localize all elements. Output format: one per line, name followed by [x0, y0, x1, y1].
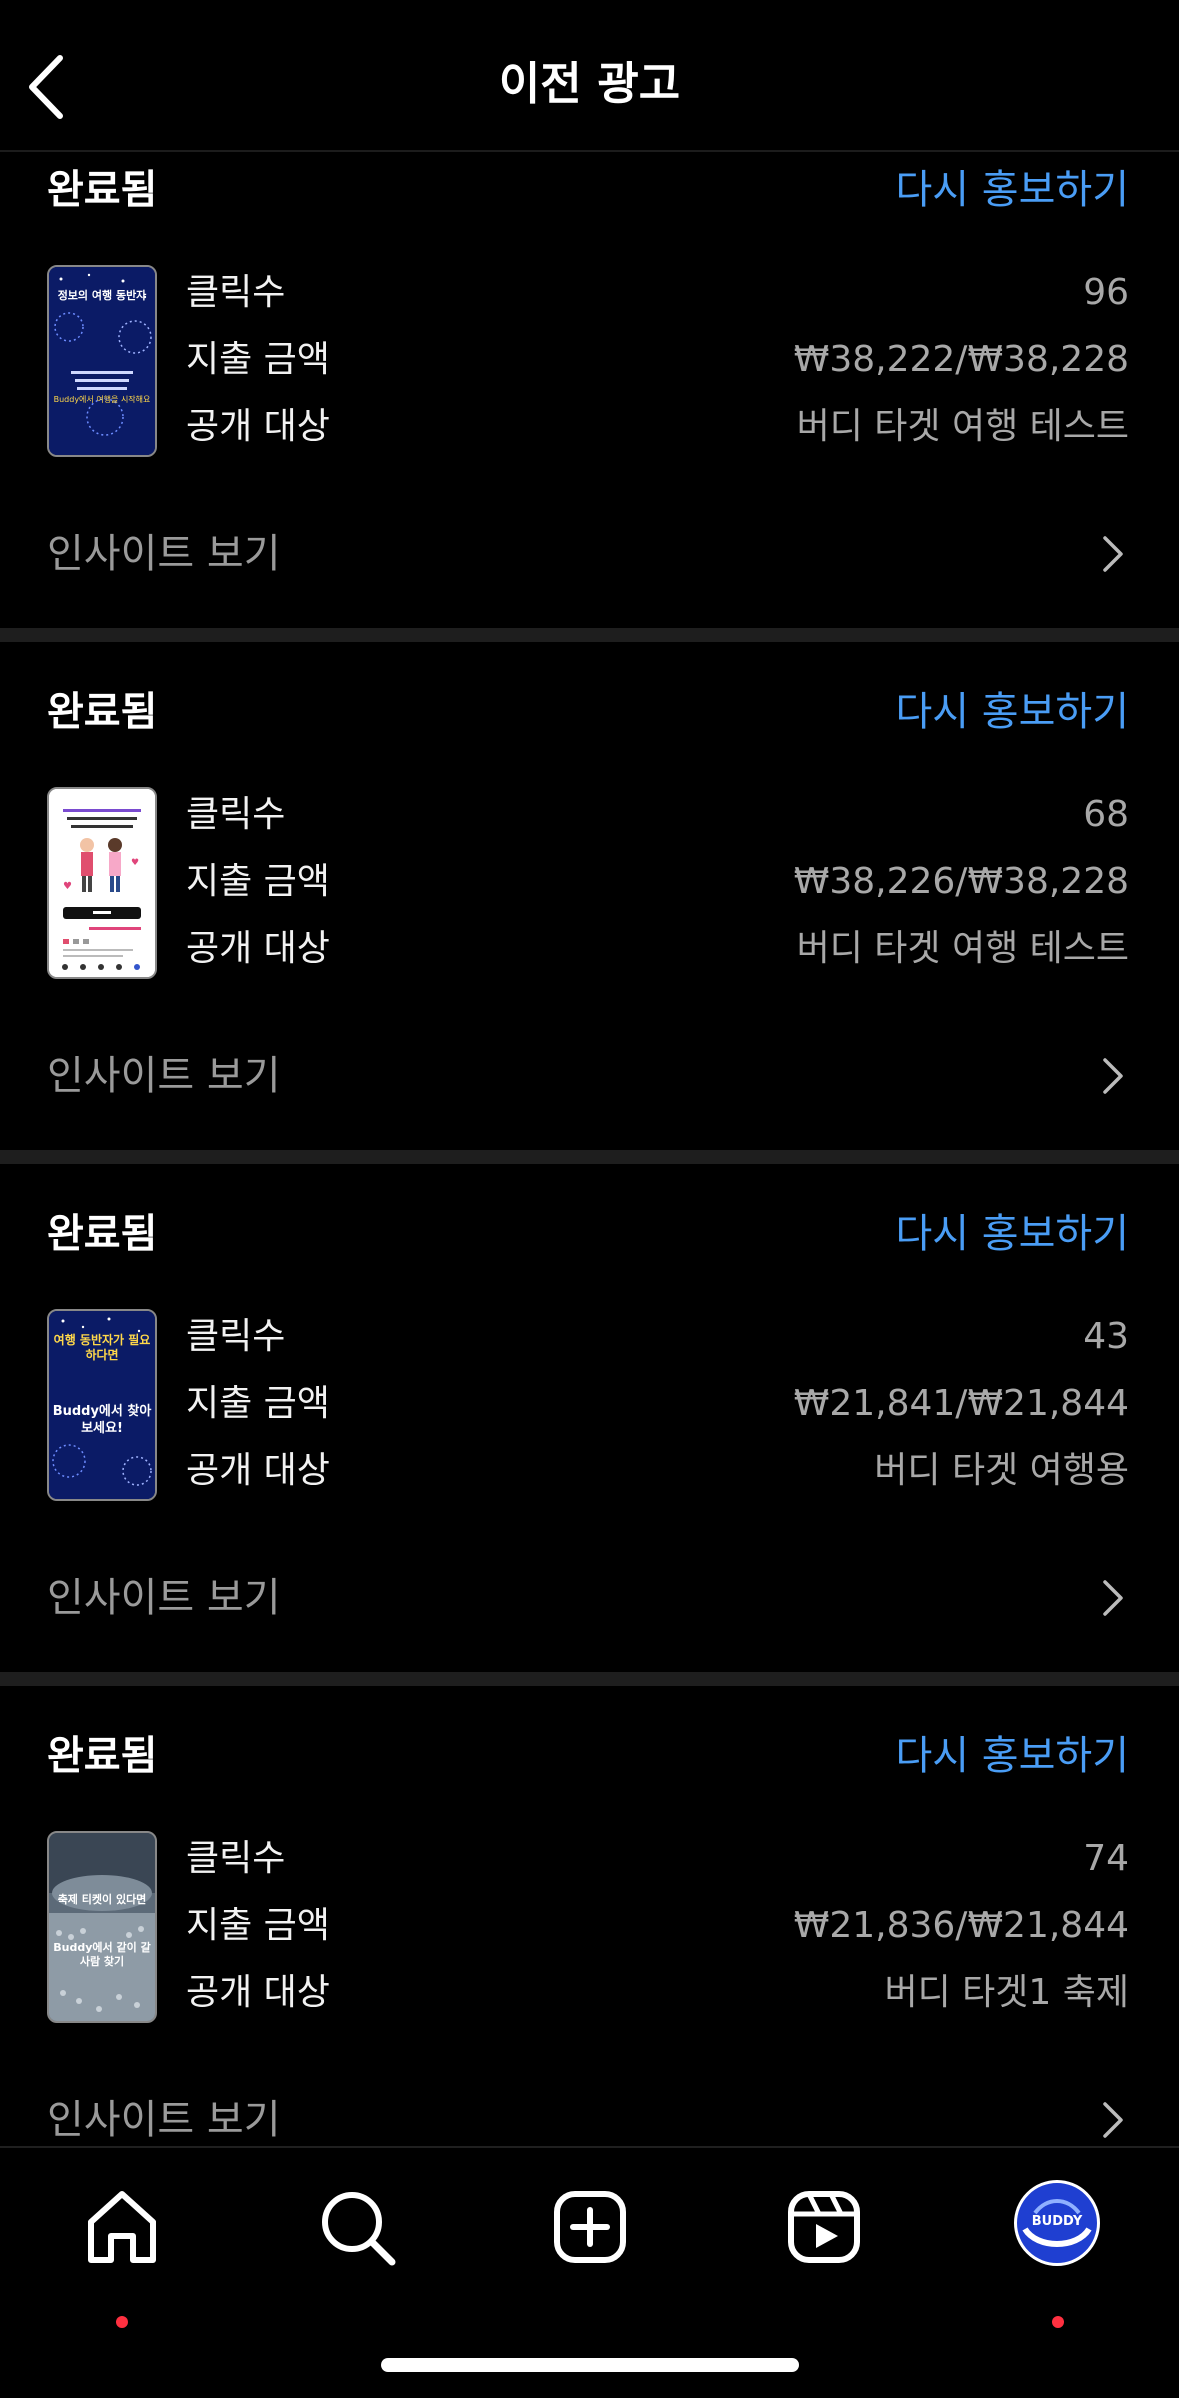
spend-value: ₩21,841/₩21,844 [793, 1383, 1129, 1424]
home-icon[interactable] [77, 2182, 167, 2272]
card-divider [0, 1150, 1179, 1164]
spend-value: ₩38,222/₩38,228 [793, 339, 1129, 380]
ad-thumbnail[interactable]: ♥ ♥ [47, 787, 157, 979]
clicks-label: 클릭수 [186, 1316, 286, 1357]
clicks-label: 클릭수 [186, 272, 286, 313]
status-label: 완료됨 [47, 167, 158, 213]
view-insights-row[interactable]: 인사이트 보기 [0, 1036, 1179, 1116]
status-label: 완료됨 [47, 1211, 158, 1257]
thumbnail-caption: Buddy에서 같이 갈 사람 찾기 [53, 1941, 151, 1968]
spend-label: 지출 금액 [186, 861, 330, 902]
ad-thumbnail-art [49, 1833, 155, 2021]
clicks-label: 클릭수 [186, 794, 286, 835]
clicks-value: 68 [1083, 794, 1129, 835]
svg-text:♥: ♥ [63, 881, 72, 892]
thumbnail-headline: 여행 동반자가 필요하다면 [53, 1333, 151, 1362]
avatar-text: BUDDY [1031, 2214, 1083, 2229]
home-indicator [381, 2358, 799, 2372]
ad-card: 완료됨 다시 홍보하기 ♥ ♥ 클릭수 68 지출 금액 ₩38,226/₩38… [0, 674, 1179, 1182]
repromote-button[interactable]: 다시 홍보하기 [895, 684, 1129, 740]
thumbnail-caption: Buddy에서 여행을 시작해요 [53, 395, 151, 404]
ad-thumbnail[interactable]: 축제 티켓이 있다면 Buddy에서 같이 갈 사람 찾기 [47, 1831, 157, 2023]
reels-icon[interactable] [779, 2182, 869, 2272]
view-insights-row[interactable]: 인사이트 보기 [0, 1558, 1179, 1638]
repromote-button[interactable]: 다시 홍보하기 [895, 1728, 1129, 1784]
audience-label: 공개 대상 [186, 1450, 330, 1491]
audience-label: 공개 대상 [186, 1972, 330, 2013]
spend-value: ₩21,836/₩21,844 [793, 1905, 1129, 1946]
thumbnail-headline: 축제 티켓이 있다면 [57, 1893, 147, 1906]
card-divider [0, 1672, 1179, 1686]
profile-avatar[interactable]: BUDDY [1014, 2180, 1100, 2266]
header: 이전 광고 [0, 0, 1179, 152]
ad-card: 완료됨 다시 홍보하기 여행 동반자가 필요하다면 Buddy에서 찾아보세요!… [0, 1196, 1179, 1704]
view-insights-label: 인사이트 보기 [47, 531, 281, 577]
clicks-label: 클릭수 [186, 1838, 286, 1879]
thumbnail-headline: 정보의 여행 동반자 [57, 289, 147, 302]
page-title: 이전 광고 [498, 57, 681, 110]
create-icon[interactable] [545, 2182, 635, 2272]
ad-thumbnail[interactable]: 여행 동반자가 필요하다면 Buddy에서 찾아보세요! [47, 1309, 157, 1501]
chevron-right-icon [1103, 536, 1123, 572]
status-label: 완료됨 [47, 1733, 158, 1779]
view-insights-row[interactable]: 인사이트 보기 [0, 514, 1179, 594]
audience-label: 공개 대상 [186, 406, 330, 447]
spend-label: 지출 금액 [186, 1905, 330, 1946]
clicks-value: 74 [1083, 1838, 1129, 1879]
repromote-button[interactable]: 다시 홍보하기 [895, 1206, 1129, 1262]
thumbnail-caption: Buddy에서 찾아보세요! [52, 1404, 152, 1436]
svg-text:♥: ♥ [131, 858, 139, 868]
ad-thumbnail[interactable]: 정보의 여행 동반자 Buddy에서 여행을 시작해요 [47, 265, 157, 457]
spend-value: ₩38,226/₩38,228 [793, 861, 1129, 902]
repromote-button[interactable]: 다시 홍보하기 [895, 162, 1129, 218]
audience-label: 공개 대상 [186, 928, 330, 969]
chevron-right-icon [1103, 1580, 1123, 1616]
clicks-value: 43 [1083, 1316, 1129, 1357]
spend-label: 지출 금액 [186, 339, 330, 380]
view-insights-label: 인사이트 보기 [47, 1575, 281, 1621]
ad-thumbnail-art: ♥ ♥ [49, 789, 155, 977]
chevron-right-icon [1103, 1058, 1123, 1094]
status-label: 완료됨 [47, 689, 158, 735]
notification-dot [116, 2316, 128, 2328]
notification-dot [1052, 2316, 1064, 2328]
ad-card: 완료됨 다시 홍보하기 정보의 여행 동반자 Buddy에서 여행을 시작해요 … [0, 152, 1179, 660]
spend-label: 지출 금액 [186, 1383, 330, 1424]
audience-value: 버디 타겟 여행 테스트 [796, 928, 1129, 969]
audience-value: 버디 타겟 여행 테스트 [796, 406, 1129, 447]
chevron-right-icon [1103, 2102, 1123, 2138]
clicks-value: 96 [1083, 272, 1129, 313]
view-insights-label: 인사이트 보기 [47, 1053, 281, 1099]
audience-value: 버디 타겟1 축제 [884, 1972, 1129, 2013]
audience-value: 버디 타겟 여행용 [874, 1450, 1129, 1491]
search-icon[interactable] [312, 2182, 402, 2272]
card-divider [0, 628, 1179, 642]
view-insights-label: 인사이트 보기 [47, 2097, 281, 2143]
